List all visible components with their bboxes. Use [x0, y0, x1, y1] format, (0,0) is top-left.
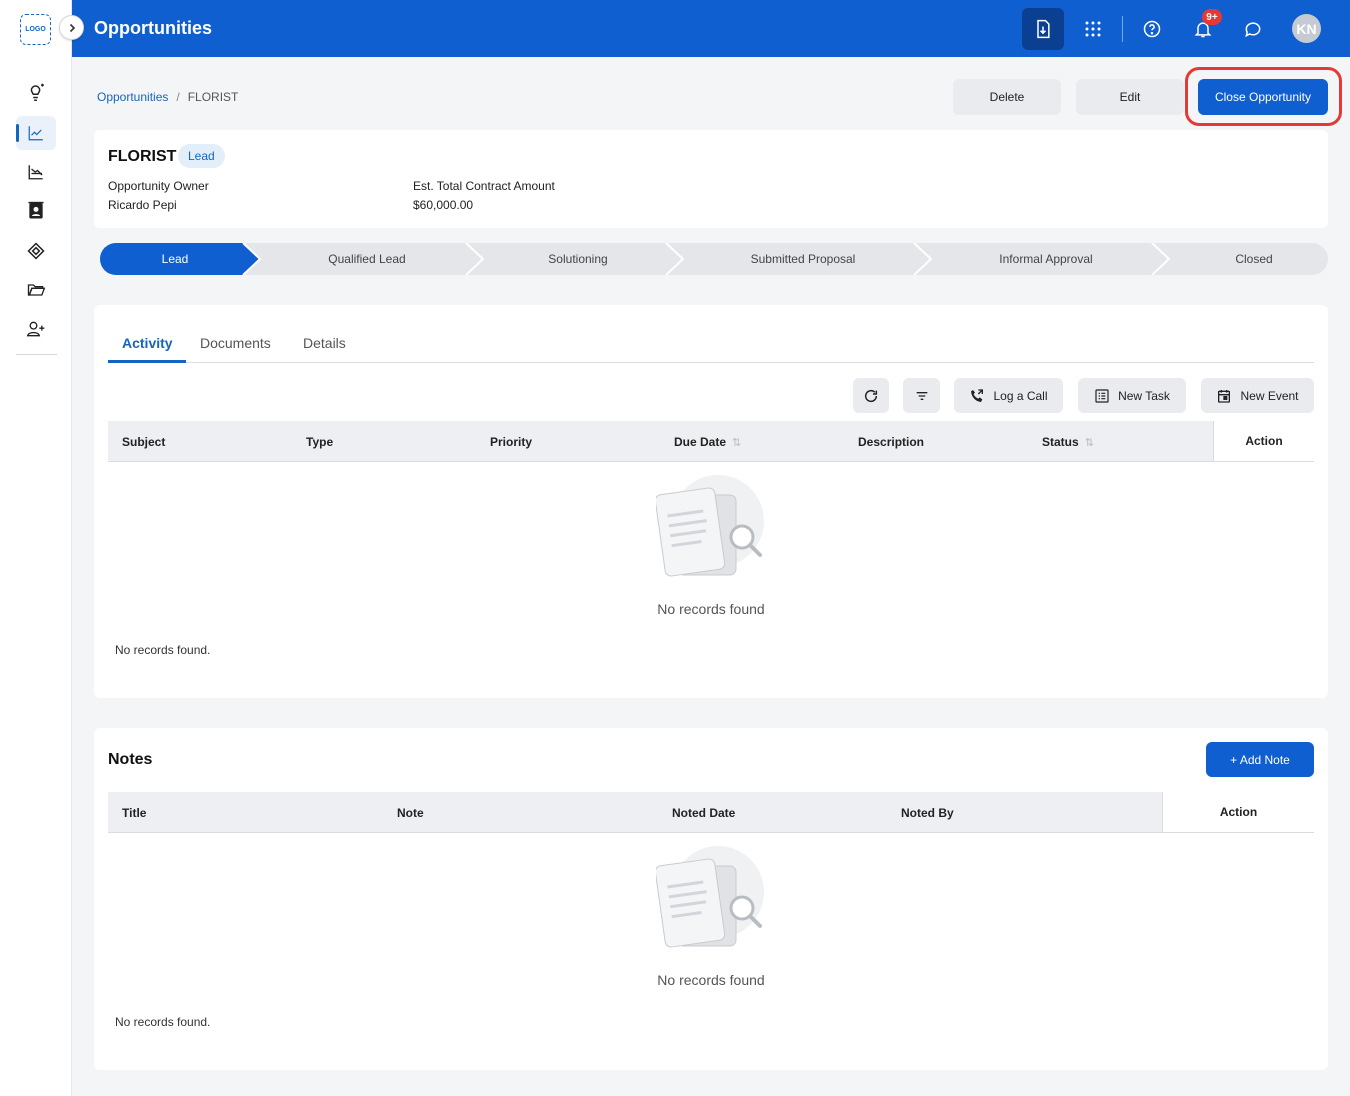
user-avatar[interactable]: KN: [1292, 14, 1321, 43]
new-event-label: New Event: [1240, 388, 1299, 403]
col-subject[interactable]: Subject: [122, 435, 165, 449]
notes-title: Notes: [108, 751, 153, 768]
help-button[interactable]: [1131, 8, 1173, 50]
stage-submitted-proposal[interactable]: Submitted Proposal: [683, 252, 923, 266]
top-header: Opportunities 9+ KN: [72, 0, 1350, 57]
refresh-icon: [864, 389, 878, 402]
new-task-label: New Task: [1118, 388, 1170, 403]
sidebar-item-reports[interactable]: [16, 155, 56, 189]
owner-value: Ricardo Pepi: [108, 198, 177, 212]
filter-icon: [916, 391, 927, 400]
tab-details[interactable]: Details: [303, 335, 346, 351]
empty-state-illustration: [656, 475, 764, 577]
chevron-right-icon: [69, 23, 75, 32]
add-note-button[interactable]: + Add Note: [1206, 742, 1314, 777]
stage-badge: Lead: [178, 144, 225, 168]
stage-path: Lead Qualified Lead Solutioning Submitte…: [100, 243, 1328, 275]
sidebar-item-ideas[interactable]: [16, 75, 56, 109]
trending-up-icon: [28, 126, 43, 141]
filter-button[interactable]: [903, 378, 940, 413]
activity-table-header: Subject Type Priority Due Date ⇅ Descript…: [108, 421, 1314, 462]
active-tab-indicator: [108, 360, 186, 363]
lightbulb-icon: [30, 83, 44, 101]
apps-button[interactable]: [1072, 8, 1114, 50]
col-noted-by[interactable]: Noted By: [901, 806, 954, 820]
col-action: Action: [1213, 421, 1314, 462]
sidebar-item-deals[interactable]: [16, 234, 56, 268]
sort-icon[interactable]: ⇅: [1085, 437, 1094, 449]
chart-decline-icon: [28, 165, 43, 180]
sidebar-item-opportunities[interactable]: [16, 116, 56, 150]
owner-label: Opportunity Owner: [108, 179, 209, 193]
contacts-icon: [28, 201, 44, 219]
sidebar-item-contacts[interactable]: [16, 194, 56, 228]
header-divider: [1122, 16, 1123, 42]
add-user-icon: [26, 321, 45, 337]
amount-value: $60,000.00: [413, 198, 474, 212]
tag-icon: [27, 242, 45, 260]
sidebar-item-add-user[interactable]: [16, 312, 56, 346]
log-call-label: Log a Call: [993, 388, 1048, 403]
empty-state-illustration: [656, 846, 764, 948]
stage-solutioning[interactable]: Solutioning: [483, 252, 673, 266]
calendar-icon: [1218, 389, 1231, 403]
col-noted-date[interactable]: Noted Date: [672, 806, 735, 820]
sidebar-item-files[interactable]: [16, 273, 56, 307]
delete-button[interactable]: Delete: [953, 79, 1061, 115]
col-action: Action: [1162, 792, 1314, 833]
highlight-annotation: [1185, 67, 1342, 126]
activity-empty-message: No records found: [657, 601, 765, 617]
log-call-button[interactable]: Log a Call: [954, 378, 1063, 413]
new-event-button[interactable]: New Event: [1201, 378, 1314, 413]
tab-documents[interactable]: Documents: [200, 335, 271, 351]
new-task-button[interactable]: New Task: [1078, 378, 1186, 413]
breadcrumb-current: FLORIST: [187, 90, 239, 104]
chat-icon: [1245, 22, 1261, 38]
tab-divider: [108, 362, 1314, 363]
col-status-label: Status: [1042, 435, 1079, 449]
col-note[interactable]: Note: [397, 806, 424, 820]
sort-icon[interactable]: ⇅: [732, 437, 741, 449]
col-title[interactable]: Title: [122, 806, 146, 820]
activity-footer-message: No records found.: [115, 643, 211, 657]
phone-call-icon: [971, 388, 984, 402]
help-icon: [1143, 20, 1161, 38]
opportunity-name: FLORIST: [108, 148, 177, 165]
notes-footer-message: No records found.: [115, 1015, 211, 1029]
opportunity-summary-card: FLORIST Lead Opportunity Owner Ricardo P…: [94, 130, 1328, 228]
app-logo[interactable]: LOGO: [20, 14, 51, 45]
folder-icon: [27, 284, 46, 296]
grid-icon: [1085, 21, 1101, 37]
col-due-date[interactable]: Due Date ⇅: [674, 435, 741, 449]
export-button[interactable]: [1022, 8, 1064, 50]
page-title: Opportunities: [94, 18, 212, 38]
col-type[interactable]: Type: [306, 435, 333, 449]
stage-closed[interactable]: Closed: [1169, 252, 1339, 266]
breadcrumb-separator: /: [176, 90, 180, 104]
sidebar-expand-button[interactable]: [59, 15, 84, 40]
col-status[interactable]: Status ⇅: [1042, 435, 1094, 449]
sidebar: LOGO: [0, 0, 72, 1096]
edit-button[interactable]: Edit: [1076, 79, 1184, 115]
notes-table-header: Title Note Noted Date Noted By Action: [108, 792, 1314, 833]
notification-badge: 9+: [1202, 9, 1222, 25]
chat-button[interactable]: [1232, 8, 1274, 50]
stage-qualified-lead[interactable]: Qualified Lead: [260, 252, 474, 266]
tab-activity[interactable]: Activity: [122, 335, 173, 351]
col-description[interactable]: Description: [858, 435, 924, 449]
col-priority[interactable]: Priority: [490, 435, 532, 449]
col-due-date-label: Due Date: [674, 435, 727, 449]
stage-lead[interactable]: Lead: [100, 252, 250, 266]
breadcrumb: Opportunities / FLORIST: [97, 90, 238, 104]
sidebar-divider: [16, 354, 57, 355]
amount-label: Est. Total Contract Amount: [413, 179, 555, 193]
breadcrumb-root-link[interactable]: Opportunities: [97, 90, 168, 104]
task-list-icon: [1095, 388, 1109, 403]
file-download-icon: [1037, 19, 1050, 39]
refresh-button[interactable]: [853, 378, 889, 413]
stage-informal-approval[interactable]: Informal Approval: [931, 252, 1161, 266]
notes-empty-message: No records found: [657, 972, 765, 988]
